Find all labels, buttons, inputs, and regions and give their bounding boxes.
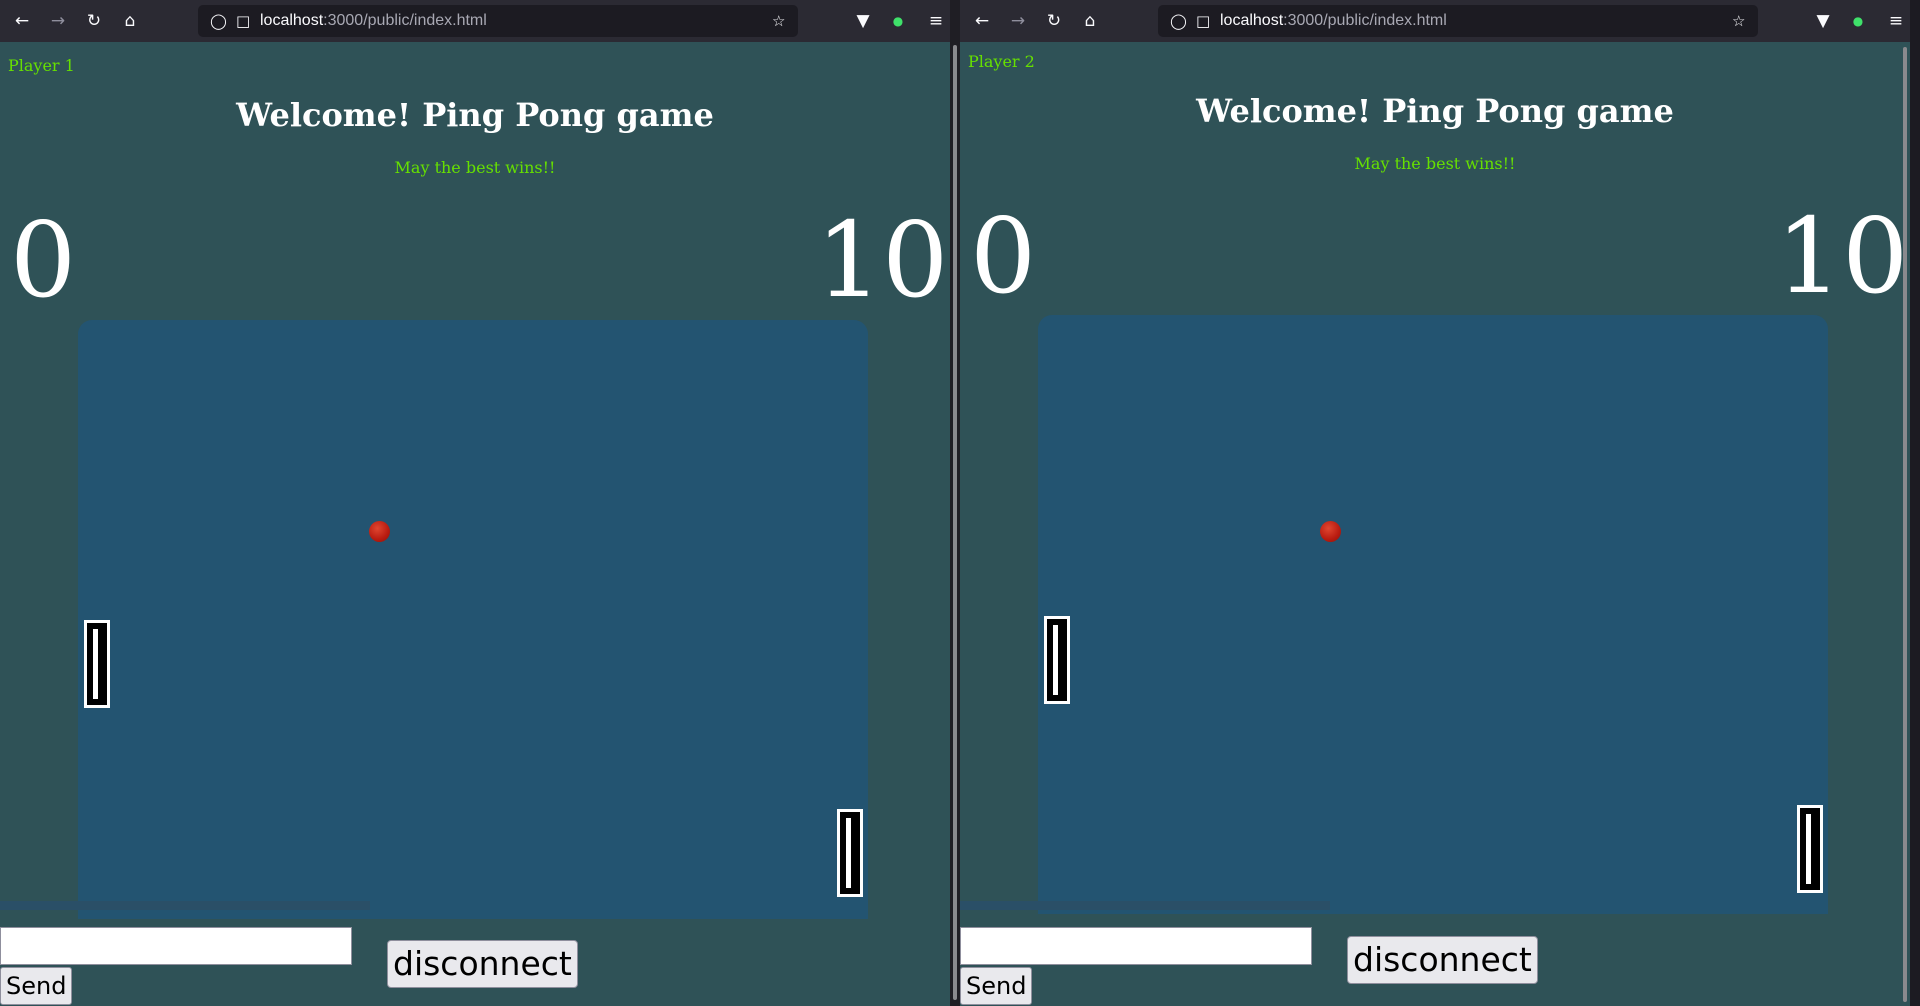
extension-icon[interactable]: ● [1846, 9, 1870, 33]
browser-window-player-1: ← → ↻ ⌂ ◯ □ localhost:3000/public/index.… [0, 0, 950, 1006]
score-left: 0 [10, 199, 77, 321]
page-icon: □ [236, 12, 251, 30]
url-bar[interactable]: ◯ □ localhost:3000/public/index.html ☆ [1158, 5, 1758, 37]
page-title: Welcome! Ping Pong game [236, 96, 714, 134]
message-input[interactable] [960, 927, 1312, 965]
page-title: Welcome! Ping Pong game [1196, 92, 1674, 130]
player-label: Player 1 [8, 56, 75, 75]
reload-icon[interactable]: ↻ [82, 9, 106, 33]
url-bar[interactable]: ◯ □ localhost:3000/public/index.html ☆ [198, 5, 798, 37]
page-content: Player 1 Welcome! Ping Pong game May the… [0, 42, 950, 1006]
score-left: 0 [970, 195, 1037, 317]
disconnect-button[interactable]: disconnect [1347, 936, 1538, 984]
right-paddle [837, 809, 863, 897]
page-subtitle: May the best wins!! [1354, 154, 1516, 173]
game-court [78, 320, 868, 919]
reload-icon[interactable]: ↻ [1042, 9, 1066, 33]
message-input[interactable] [0, 927, 352, 965]
left-paddle [84, 620, 110, 708]
browser-window-player-2: ← → ↻ ⌂ ◯ □ localhost:3000/public/index.… [960, 0, 1910, 1006]
browser-toolbar: ← → ↻ ⌂ ◯ □ localhost:3000/public/index.… [0, 0, 950, 43]
send-button[interactable]: Send [0, 967, 73, 1005]
ball [1320, 521, 1341, 542]
ball [369, 521, 390, 542]
extension-icon[interactable]: ● [886, 9, 910, 33]
url-text[interactable]: localhost:3000/public/index.html [260, 5, 487, 37]
send-button[interactable]: Send [960, 967, 1033, 1005]
scrollbar-thumb[interactable] [1903, 47, 1907, 1002]
hamburger-menu-icon[interactable]: ≡ [924, 9, 948, 33]
forward-arrow-icon[interactable]: → [1006, 9, 1030, 33]
page-icon: □ [1196, 12, 1211, 30]
back-arrow-icon[interactable]: ← [10, 9, 34, 33]
home-icon[interactable]: ⌂ [118, 9, 142, 33]
court-bottom-stripe [0, 901, 370, 910]
page-subtitle: May the best wins!! [394, 158, 556, 177]
browser-toolbar: ← → ↻ ⌂ ◯ □ localhost:3000/public/index.… [960, 0, 1910, 43]
back-arrow-icon[interactable]: ← [970, 9, 994, 33]
pocket-icon[interactable]: ▼ [1811, 9, 1835, 33]
disconnect-button[interactable]: disconnect [387, 940, 578, 988]
page-scrollbar[interactable] [1900, 45, 1910, 1005]
score-right: 10 [1776, 195, 1909, 317]
score-right: 10 [816, 199, 949, 321]
left-paddle [1044, 616, 1070, 704]
window-divider [950, 0, 960, 1006]
home-icon[interactable]: ⌂ [1078, 9, 1102, 33]
hamburger-menu-icon[interactable]: ≡ [1884, 9, 1908, 33]
bookmark-star-icon[interactable]: ☆ [772, 5, 785, 37]
url-text[interactable]: localhost:3000/public/index.html [1220, 5, 1447, 37]
forward-arrow-icon[interactable]: → [46, 9, 70, 33]
game-court [1038, 315, 1828, 914]
player-label: Player 2 [968, 52, 1035, 71]
shield-icon[interactable]: ◯ [210, 5, 227, 37]
bookmark-star-icon[interactable]: ☆ [1732, 5, 1745, 37]
page-content: Player 2 Welcome! Ping Pong game May the… [960, 42, 1910, 1006]
scrollbar-thumb[interactable] [953, 45, 957, 1000]
pocket-icon[interactable]: ▼ [851, 9, 875, 33]
shield-icon[interactable]: ◯ [1170, 5, 1187, 37]
right-paddle [1797, 805, 1823, 893]
court-bottom-stripe [960, 901, 1330, 910]
